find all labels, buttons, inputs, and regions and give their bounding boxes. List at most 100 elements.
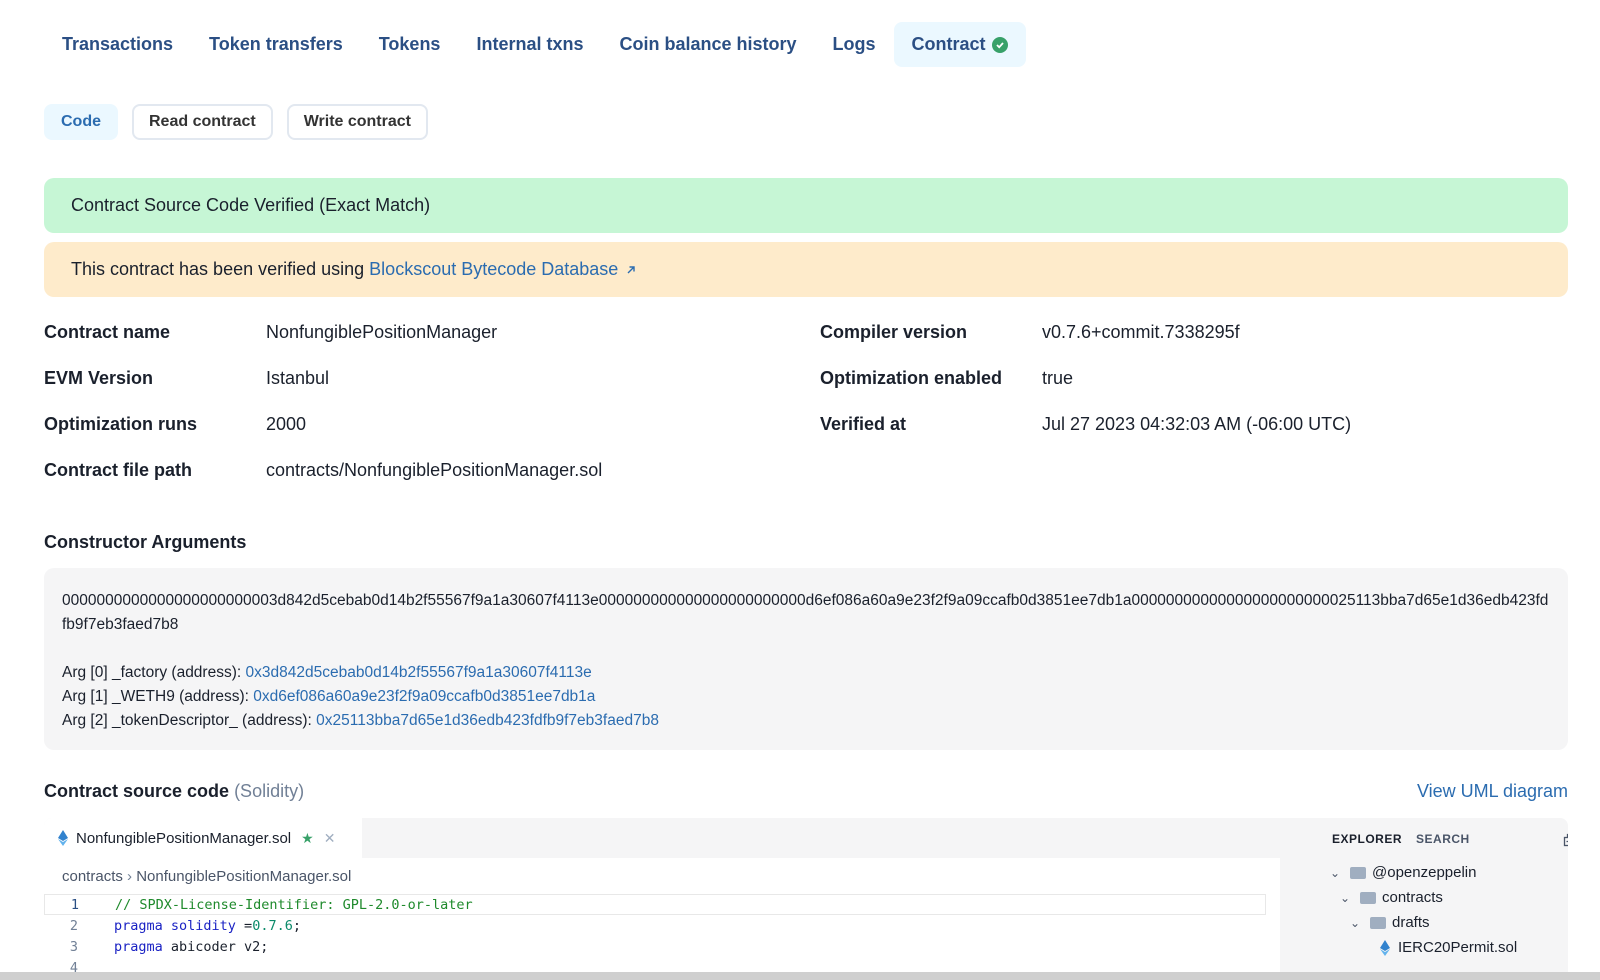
verified-alert: Contract Source Code Verified (Exact Mat…: [44, 178, 1568, 233]
subtab-read-contract[interactable]: Read contract: [132, 104, 273, 140]
close-icon[interactable]: ✕: [324, 830, 336, 847]
detail-label: Compiler version: [820, 322, 968, 342]
tree-item-label: IERC20Permit.sol: [1398, 939, 1518, 956]
tree-folder[interactable]: ⌄ @openzeppelin: [1330, 860, 1517, 885]
code-token: ;: [292, 917, 301, 934]
detail-value: contracts/NonfungiblePositionManager.sol: [266, 460, 603, 480]
code-token: // SPDX-License-Identifier: GPL-2.0-or-l…: [115, 896, 473, 913]
code-token: abicoder v2;: [170, 938, 269, 955]
tab-tokens[interactable]: Tokens: [361, 22, 459, 67]
line-source: // SPDX-License-Identifier: GPL-2.0-or-l…: [87, 897, 473, 913]
main-file-star-icon: ★: [301, 829, 314, 846]
constructor-arg-0: Arg [0] _factory (address): 0x3d842d5ceb…: [62, 661, 1550, 685]
ethereum-icon: [1380, 939, 1390, 956]
tree-folder[interactable]: ⌄ drafts: [1330, 910, 1517, 935]
code-line: 1 // SPDX-License-Identifier: GPL-2.0-or-…: [44, 894, 1266, 915]
constructor-arg-1: Arg [1] _WETH9 (address): 0xd6ef086a60a9…: [62, 685, 1550, 709]
tree-item-label: drafts: [1392, 914, 1430, 931]
verification-source-alert: This contract has been verified using Bl…: [44, 242, 1568, 297]
constructor-arg-2: Arg [2] _tokenDescriptor_ (address): 0x2…: [62, 709, 1550, 733]
explorer-tabs: EXPLORER SEARCH: [1332, 832, 1470, 846]
line-number: 1: [70, 896, 79, 913]
detail-label: Contract name: [44, 322, 171, 342]
detail-label: EVM Version: [44, 368, 154, 388]
detail-label: Contract file path: [44, 460, 193, 480]
tab-transactions[interactable]: Transactions: [44, 22, 191, 67]
arg-address-link[interactable]: 0x3d842d5cebab0d14b2f55567f9a1a30607f411…: [246, 664, 592, 681]
subtab-write-contract[interactable]: Write contract: [286, 104, 428, 140]
detail-file-path: Contract file path contracts/Nonfungible…: [44, 460, 602, 481]
chevron-down-icon: ⌄: [1350, 915, 1361, 930]
tab-contract-label: Contract: [911, 34, 986, 54]
line-number: 3: [69, 938, 78, 955]
tab-internal-txns[interactable]: Internal txns: [458, 22, 601, 67]
detail-value: Jul 27 2023 04:32:03 AM (-06:00 UTC): [1042, 414, 1352, 434]
detail-label: Optimization runs: [44, 414, 197, 434]
breadcrumb-folder[interactable]: contracts: [62, 868, 123, 885]
code-token: pragma: [114, 938, 171, 955]
detail-value: 2000: [266, 414, 307, 434]
view-uml-diagram-link[interactable]: View UML diagram: [1417, 781, 1568, 802]
line-number: 2: [69, 917, 78, 934]
editor-file-tab-label: NonfungiblePositionManager.sol: [76, 829, 292, 847]
detail-optimization-runs: Optimization runs 2000: [44, 414, 306, 435]
detail-label: Optimization enabled: [820, 368, 1003, 388]
tree-file[interactable]: IERC20Permit.sol: [1330, 935, 1517, 960]
detail-verified-at: Verified at Jul 27 2023 04:32:03 AM (-06…: [820, 414, 1351, 435]
tree-folder[interactable]: ⌄ contracts: [1330, 885, 1517, 910]
chevron-right-icon: ›: [127, 868, 137, 885]
search-tab[interactable]: SEARCH: [1416, 832, 1470, 846]
detail-label: Verified at: [820, 414, 907, 434]
tree-item-label: contracts: [1382, 889, 1443, 906]
code-token: 0.7.6: [252, 917, 293, 934]
bottom-edge: [0, 972, 1600, 980]
code-subtabs: Code Read contract Write contract: [44, 104, 428, 140]
subtab-code[interactable]: Code: [44, 104, 118, 140]
source-code-title: Contract source code (Solidity): [44, 781, 304, 802]
explorer-tree: ⌄ @openzeppelin ⌄ contracts ⌄ drafts IERC20Per…: [1330, 860, 1517, 960]
code-pane: contracts › NonfungiblePositionManager.s…: [44, 858, 1280, 980]
detail-value: Istanbul: [266, 368, 330, 388]
folder-icon: [1370, 916, 1386, 929]
tab-logs[interactable]: Logs: [815, 22, 894, 67]
tab-token-transfers[interactable]: Token transfers: [191, 22, 361, 67]
arg-label: Arg [0] _factory (address):: [62, 664, 242, 681]
bytecode-database-link-label: Blockscout Bytecode Database: [369, 259, 619, 279]
verified-check-icon: [991, 36, 1008, 53]
verification-source-text: This contract has been verified using: [71, 259, 365, 279]
line-source: pragma solidity =0.7.6;: [86, 918, 301, 934]
constructor-raw-data: 0000000000000000000000003d842d5cebab0d14…: [62, 592, 1549, 633]
arg-address-link[interactable]: 0xd6ef086a60a9e23f2f9a09ccafb0d3851ee7db…: [253, 688, 595, 705]
breadcrumb-file[interactable]: NonfungiblePositionManager.sol: [136, 868, 351, 885]
code-line: 3 pragma abicoder v2;: [44, 936, 1280, 957]
source-language: (Solidity): [234, 781, 305, 801]
editor-file-tab[interactable]: NonfungiblePositionManager.sol ★ ✕: [44, 818, 362, 858]
detail-value: NonfungiblePositionManager: [266, 322, 498, 342]
folder-icon: [1360, 891, 1376, 904]
explorer-tab[interactable]: EXPLORER: [1332, 832, 1402, 846]
code-lines[interactable]: 1 // SPDX-License-Identifier: GPL-2.0-or-…: [44, 894, 1280, 978]
detail-value: true: [1042, 368, 1074, 388]
collapse-all-icon[interactable]: [1562, 832, 1568, 848]
external-link-icon: [627, 266, 636, 274]
detail-contract-name: Contract name NonfungiblePositionManager: [44, 322, 497, 343]
line-source: pragma abicoder v2;: [86, 939, 268, 955]
source-code-title-text: Contract source code: [44, 781, 230, 801]
bytecode-database-link[interactable]: Blockscout Bytecode Database: [369, 259, 636, 280]
constructor-arguments-title: Constructor Arguments: [44, 532, 247, 552]
code-editor: NonfungiblePositionManager.sol ★ ✕ contr…: [44, 818, 1568, 980]
contract-tabs: Transactions Token transfers Tokens Inte…: [44, 22, 1026, 67]
tree-item-label: @openzeppelin: [1372, 864, 1477, 881]
file-explorer: EXPLORER SEARCH ⌄ @openzeppelin ⌄ contracts…: [1280, 818, 1568, 980]
arg-address-link[interactable]: 0x25113bba7d65e1d36edb423fdfb9f7eb3faed7…: [316, 712, 659, 729]
chevron-down-icon: ⌄: [1340, 890, 1351, 905]
arg-label: Arg [1] _WETH9 (address):: [62, 688, 249, 705]
ethereum-icon: [58, 830, 68, 846]
tab-coin-balance-history[interactable]: Coin balance history: [601, 22, 814, 67]
tab-contract[interactable]: Contract: [893, 22, 1026, 67]
detail-evm-version: EVM Version Istanbul: [44, 368, 329, 389]
detail-value: v0.7.6+commit.7338295f: [1042, 322, 1240, 342]
folder-icon: [1350, 866, 1366, 879]
code-line: 2 pragma solidity =0.7.6;: [44, 915, 1280, 936]
chevron-down-icon: ⌄: [1330, 865, 1341, 880]
